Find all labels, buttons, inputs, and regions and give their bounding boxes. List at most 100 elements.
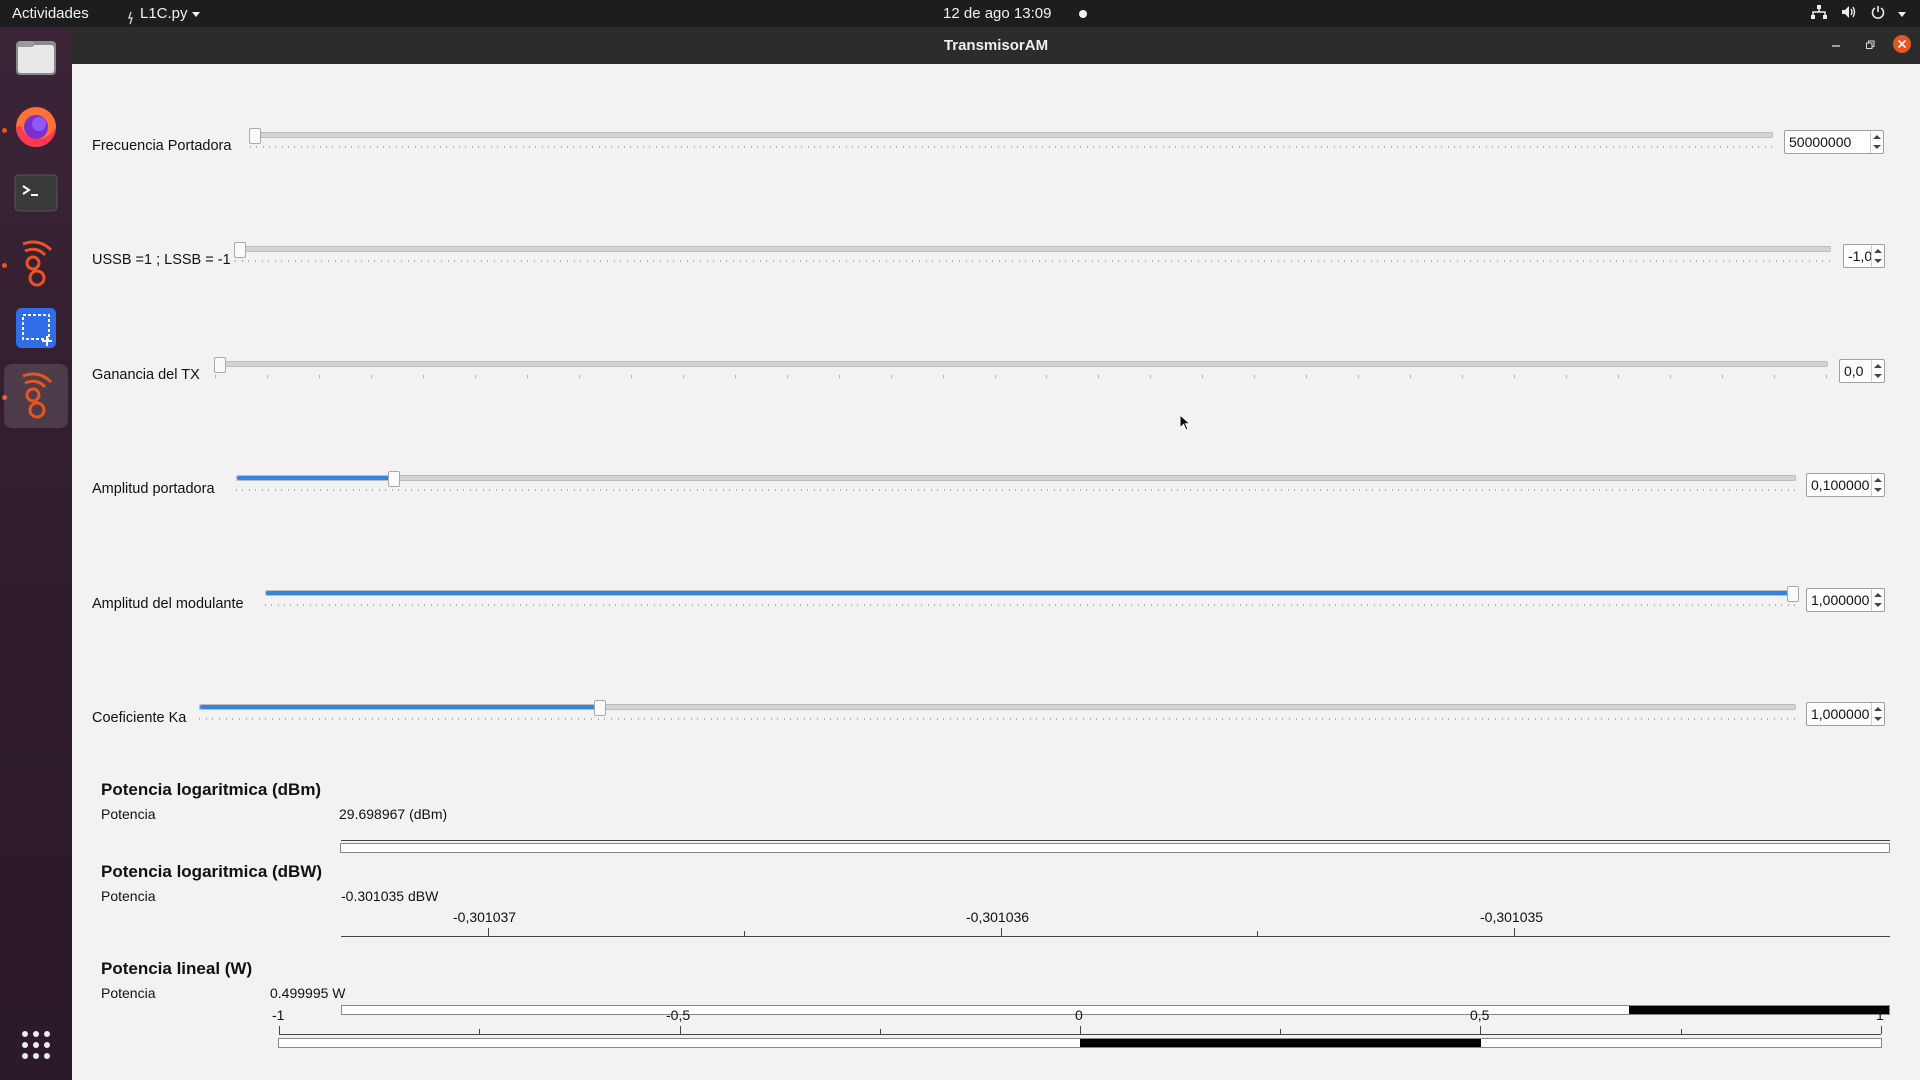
show-applications-button[interactable] bbox=[4, 1015, 68, 1079]
chevron-down-icon[interactable] bbox=[1874, 603, 1882, 607]
slider-tick bbox=[1513, 604, 1515, 606]
spinbox-value[interactable]: 50000000 bbox=[1789, 134, 1851, 150]
value-spinbox[interactable]: 0,100000 bbox=[1806, 473, 1885, 497]
slider-tick bbox=[424, 489, 426, 491]
slider-tick bbox=[478, 718, 480, 720]
slider-handle[interactable] bbox=[1787, 586, 1799, 602]
chevron-up-icon[interactable] bbox=[1874, 249, 1882, 253]
chevron-up-icon[interactable] bbox=[1874, 707, 1882, 711]
chevron-up-icon[interactable] bbox=[1874, 593, 1882, 597]
slider-tick bbox=[1302, 718, 1304, 720]
slider-tick bbox=[1637, 146, 1639, 148]
value-spinbox[interactable]: 1,000000 bbox=[1806, 702, 1885, 726]
value-spinbox[interactable]: 0,0 bbox=[1839, 359, 1885, 383]
slider-tick bbox=[294, 146, 296, 148]
slider-tick bbox=[1417, 489, 1419, 491]
value-spinbox[interactable]: -1,0 bbox=[1843, 244, 1885, 268]
slider-tick bbox=[1203, 489, 1205, 491]
slider-tick bbox=[1762, 604, 1764, 606]
spinbox-value[interactable]: 0,0 bbox=[1844, 363, 1863, 379]
slider-tick bbox=[1004, 146, 1006, 148]
slider-track[interactable] bbox=[214, 357, 1828, 373]
spinbox-value[interactable]: -1,0 bbox=[1848, 248, 1872, 264]
firefox-launcher[interactable] bbox=[4, 97, 68, 161]
chevron-up-icon[interactable] bbox=[1873, 135, 1881, 139]
slider-tick bbox=[1408, 718, 1410, 720]
screenshot-launcher[interactable] bbox=[4, 298, 68, 362]
slider-tick bbox=[570, 604, 572, 606]
slider-tick bbox=[278, 718, 280, 720]
close-button[interactable] bbox=[1892, 34, 1912, 55]
window-titlebar[interactable]: TransmisorAM bbox=[72, 27, 1920, 64]
slider-track[interactable] bbox=[234, 242, 1831, 258]
slider-tick bbox=[352, 489, 354, 491]
chevron-down-icon[interactable] bbox=[1874, 488, 1882, 492]
minimize-button[interactable] bbox=[1826, 35, 1846, 55]
slider-tick bbox=[1359, 489, 1361, 491]
chevron-down-icon[interactable] bbox=[1874, 717, 1882, 721]
slider-tick bbox=[1235, 489, 1237, 491]
slider-tick bbox=[1717, 604, 1719, 606]
slider-tick bbox=[1701, 146, 1703, 148]
files-launcher[interactable] bbox=[4, 27, 68, 91]
slider-tick bbox=[497, 146, 499, 148]
slider-tick bbox=[1229, 718, 1231, 720]
slider-tick bbox=[1428, 718, 1430, 720]
system-menu[interactable] bbox=[1811, 0, 1906, 27]
slider-tick bbox=[1365, 489, 1367, 491]
slider-tick bbox=[365, 718, 367, 720]
slider-tick bbox=[940, 146, 942, 148]
slider-track[interactable] bbox=[236, 471, 1796, 487]
activities-button[interactable]: Actividades bbox=[12, 0, 89, 27]
slider-handle[interactable] bbox=[593, 700, 606, 716]
terminal-launcher[interactable] bbox=[4, 163, 68, 227]
value-spinbox[interactable]: 50000000 bbox=[1784, 130, 1884, 154]
w-scale-label: -0,5 bbox=[666, 1007, 691, 1023]
gnuradio-app-active[interactable] bbox=[4, 364, 68, 428]
slider-track[interactable] bbox=[265, 586, 1799, 602]
slider-tick bbox=[899, 260, 901, 262]
spinbox-value[interactable]: 0,100000 bbox=[1811, 477, 1869, 493]
slider-tick bbox=[1367, 604, 1369, 606]
chevron-up-icon[interactable] bbox=[1874, 478, 1882, 482]
slider-handle[interactable] bbox=[214, 357, 226, 373]
slider-tick bbox=[1662, 260, 1664, 262]
slider-tick bbox=[949, 718, 951, 720]
slider-tick bbox=[1430, 489, 1432, 491]
chevron-down-icon[interactable] bbox=[1874, 259, 1882, 263]
slider-tick bbox=[1580, 146, 1582, 148]
slider-handle[interactable] bbox=[234, 242, 246, 258]
slider-handle[interactable] bbox=[387, 471, 400, 487]
slider-tick bbox=[294, 489, 296, 491]
app-menu-button[interactable]: L1C.py bbox=[126, 0, 200, 27]
chevron-up-icon[interactable] bbox=[1874, 364, 1882, 368]
slider-tick bbox=[1091, 260, 1093, 262]
slider-tick bbox=[781, 604, 783, 606]
slider-tick bbox=[623, 146, 625, 148]
slider-tick bbox=[1587, 718, 1589, 720]
slider-tick bbox=[275, 146, 277, 148]
slider-tick bbox=[1674, 718, 1676, 720]
slider-tick bbox=[604, 718, 606, 720]
slider-tick bbox=[1780, 718, 1782, 720]
slider-tick bbox=[411, 718, 413, 720]
slider-tick bbox=[991, 604, 993, 606]
slider-tick bbox=[670, 489, 672, 491]
value-spinbox[interactable]: 1,000000 bbox=[1806, 588, 1885, 612]
slider-handle[interactable] bbox=[249, 128, 261, 144]
slider-tick bbox=[1118, 604, 1120, 606]
slider-tick bbox=[1504, 146, 1506, 148]
slider-track[interactable] bbox=[249, 128, 1773, 144]
spinbox-value[interactable]: 1,000000 bbox=[1811, 592, 1869, 608]
slider-tick bbox=[889, 604, 891, 606]
clock[interactable]: 12 de ago 13:09 bbox=[943, 0, 1088, 27]
slider-tick bbox=[531, 718, 533, 720]
slider-tick bbox=[558, 604, 560, 606]
slider-tick bbox=[232, 718, 234, 720]
maximize-button[interactable] bbox=[1860, 35, 1880, 55]
spinbox-value[interactable]: 1,000000 bbox=[1811, 706, 1869, 722]
slider-track[interactable] bbox=[199, 700, 1796, 716]
chevron-down-icon[interactable] bbox=[1874, 374, 1882, 378]
chevron-down-icon[interactable] bbox=[1873, 145, 1881, 149]
gnuradio-launcher[interactable] bbox=[4, 232, 68, 296]
